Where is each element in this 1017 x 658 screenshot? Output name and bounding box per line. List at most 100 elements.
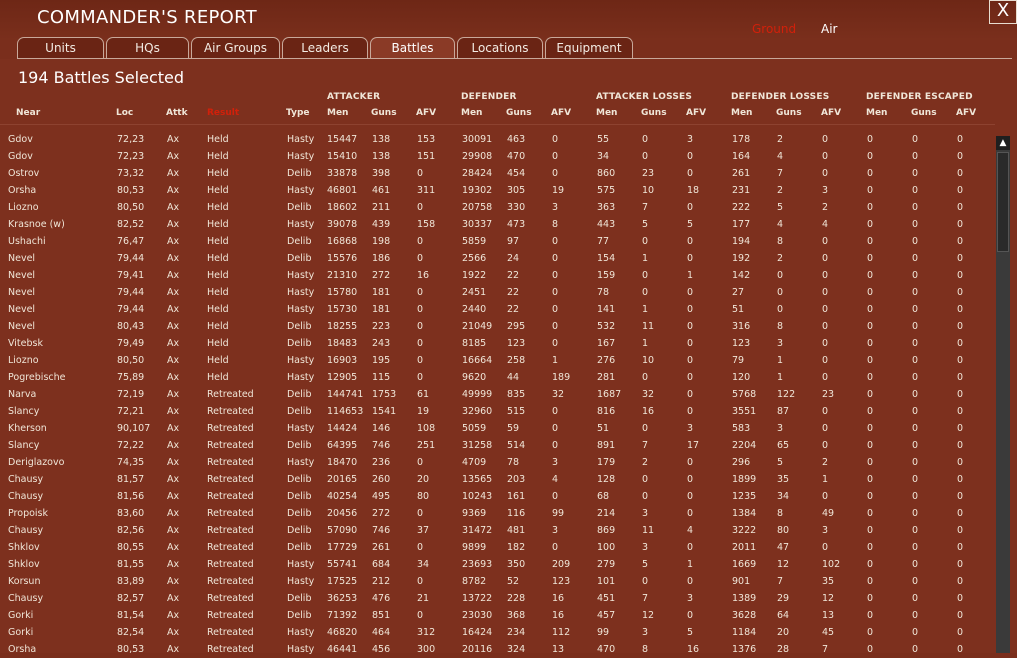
- table-row[interactable]: Nevel 80,43 Ax Held Delib 18255 223 0 21049 295 0 5…: [0, 318, 995, 335]
- column-header-defender-guns[interactable]: Guns: [506, 108, 532, 118]
- air-mode-toggle[interactable]: Air: [821, 22, 837, 36]
- column-header-escaped-afv[interactable]: AFV: [956, 108, 976, 118]
- table-row[interactable]: Orsha 80,53 Ax Held Hasty 46801 461 311 19302 305…: [0, 182, 995, 199]
- cell-def-afv: 0: [552, 338, 559, 349]
- vertical-scrollbar[interactable]: ▲: [996, 136, 1010, 653]
- column-header-loc[interactable]: Loc: [116, 108, 133, 118]
- tab-battles[interactable]: Battles: [370, 37, 455, 59]
- table-row[interactable]: Krasnoe (w) 82,52 Ax Held Hasty 39078 439 158 30…: [0, 216, 995, 233]
- cell-att-guns: 260: [372, 474, 391, 485]
- cell-type: Hasty: [287, 219, 315, 230]
- cell-defl-afv: 0: [822, 151, 829, 162]
- table-row[interactable]: Slancy 72,22 Ax Retreated Delib 64395 746 251 31…: [0, 437, 995, 454]
- cell-att-guns: 456: [372, 644, 391, 655]
- cell-esc-afv: 0: [957, 287, 964, 298]
- cell-att-afv: 108: [417, 423, 436, 434]
- table-row[interactable]: Narva 72,19 Ax Retreated Delib 144741 1753 61 49…: [0, 386, 995, 403]
- table-row[interactable]: Deriglazovo 74,35 Ax Retreated Hasty 18470 236…: [0, 454, 995, 471]
- cell-attl-guns: 8: [642, 644, 649, 655]
- tab-units[interactable]: Units: [17, 37, 104, 58]
- table-row[interactable]: Nevel 79,44 Ax Held Hasty 15780 181 0 2451 22 0 78 0…: [0, 284, 995, 301]
- table-row[interactable]: Nevel 79,41 Ax Held Hasty 21310 272 16 1922 22 0 15…: [0, 267, 995, 284]
- scroll-up-icon[interactable]: ▲: [996, 136, 1010, 150]
- cell-esc-afv: 0: [957, 508, 964, 519]
- cell-att-men: 12905: [327, 372, 358, 383]
- cell-defl-afv: 49: [822, 508, 835, 519]
- table-row[interactable]: Vitebsk 79,49 Ax Held Delib 18483 243 0 8185 123 0…: [0, 335, 995, 352]
- cell-defl-guns: 1: [777, 355, 784, 366]
- column-header-attacker-afv[interactable]: AFV: [416, 108, 436, 118]
- tab-air-groups[interactable]: Air Groups: [191, 37, 280, 58]
- cell-def-afv: 0: [552, 287, 559, 298]
- column-header-def-losses-guns[interactable]: Guns: [776, 108, 802, 118]
- column-header-attacker-guns[interactable]: Guns: [371, 108, 397, 118]
- column-header-def-losses-afv[interactable]: AFV: [821, 108, 841, 118]
- cell-att-guns: 746: [372, 440, 391, 451]
- table-row[interactable]: Slancy 72,21 Ax Retreated Delib 114653 1541 19 3…: [0, 403, 995, 420]
- cell-att-guns: 195: [372, 355, 391, 366]
- table-row[interactable]: Liozno 80,50 Ax Held Delib 18602 211 0 20758 330 3…: [0, 199, 995, 216]
- table-row[interactable]: Chausy 81,56 Ax Retreated Delib 40254 495 80 102…: [0, 488, 995, 505]
- column-header-escaped-men[interactable]: Men: [866, 108, 887, 118]
- cell-esc-afv: 0: [957, 389, 964, 400]
- cell-esc-guns: 0: [912, 304, 919, 315]
- column-header-att-losses-guns[interactable]: Guns: [641, 108, 667, 118]
- table-row[interactable]: Korsun 83,89 Ax Retreated Hasty 17525 212 0 8782…: [0, 573, 995, 590]
- ground-mode-toggle[interactable]: Ground: [752, 22, 796, 36]
- table-row[interactable]: Kherson 90,107 Ax Retreated Hasty 14424 146 108…: [0, 420, 995, 437]
- tab-leaders[interactable]: Leaders: [282, 37, 368, 58]
- table-row[interactable]: Shklov 80,55 Ax Retreated Delib 17729 261 0 9899…: [0, 539, 995, 556]
- table-row[interactable]: Ostrov 73,32 Ax Held Delib 33878 398 0 28424 454 0…: [0, 165, 995, 182]
- column-header-result[interactable]: Result: [207, 108, 239, 118]
- column-header-att-losses-afv[interactable]: AFV: [686, 108, 706, 118]
- column-header-type[interactable]: Type: [286, 108, 309, 118]
- table-row[interactable]: Chausy 81,57 Ax Retreated Delib 20165 260 20 135…: [0, 471, 995, 488]
- battles-table: Gdov 72,23 Ax Held Hasty 15447 138 153 30091 463 0…: [0, 131, 995, 658]
- table-row[interactable]: Chausy 82,56 Ax Retreated Delib 57090 746 37 314…: [0, 522, 995, 539]
- table-row[interactable]: Gdov 72,23 Ax Held Hasty 15447 138 153 30091 463 0…: [0, 131, 995, 148]
- column-header-escaped-guns[interactable]: Guns: [911, 108, 937, 118]
- cell-esc-afv: 0: [957, 627, 964, 638]
- tab-locations[interactable]: Locations: [457, 37, 543, 58]
- table-row[interactable]: Propoisk 83,60 Ax Retreated Delib 20456 272 0 93…: [0, 505, 995, 522]
- cell-loc: 80,50: [117, 202, 145, 213]
- cell-att-men: 15410: [327, 151, 358, 162]
- column-header-defender-afv[interactable]: AFV: [551, 108, 571, 118]
- column-header-def-losses-men[interactable]: Men: [731, 108, 752, 118]
- table-row[interactable]: Ushachi 76,47 Ax Held Delib 16868 198 0 5859 97 0 7…: [0, 233, 995, 250]
- column-header-defender-men[interactable]: Men: [461, 108, 482, 118]
- table-row[interactable]: Gdov 72,23 Ax Held Hasty 15410 138 151 29908 470 0…: [0, 148, 995, 165]
- table-row[interactable]: Nevel 79,44 Ax Held Delib 15576 186 0 2566 24 0 154…: [0, 250, 995, 267]
- cell-defl-guns: 34: [777, 491, 790, 502]
- cell-near: Orsha: [8, 644, 37, 655]
- cell-def-afv: 0: [552, 134, 559, 145]
- column-header-attacker-men[interactable]: Men: [327, 108, 348, 118]
- cell-type: Delib: [287, 406, 312, 417]
- table-row[interactable]: Liozno 80,50 Ax Held Hasty 16903 195 0 16664 258 1…: [0, 352, 995, 369]
- scroll-thumb[interactable]: [997, 152, 1009, 252]
- column-header-near[interactable]: Near: [16, 108, 40, 118]
- cell-near: Gdov: [8, 151, 33, 162]
- tab-hqs[interactable]: HQs: [106, 37, 189, 58]
- table-row[interactable]: Chausy 82,57 Ax Retreated Delib 36253 476 21 137…: [0, 590, 995, 607]
- table-row[interactable]: Orsha 80,53 Ax Retreated Hasty 46441 456 300 201…: [0, 641, 995, 658]
- cell-attl-afv: 1: [687, 270, 694, 281]
- table-row[interactable]: Nevel 79,44 Ax Held Hasty 15730 181 0 2440 22 0 141…: [0, 301, 995, 318]
- close-button[interactable]: X: [989, 0, 1017, 24]
- table-row[interactable]: Gorki 82,54 Ax Retreated Hasty 46820 464 312 164…: [0, 624, 995, 641]
- column-header-att-losses-men[interactable]: Men: [596, 108, 617, 118]
- cell-att-men: 20456: [327, 508, 358, 519]
- cell-def-guns: 52: [507, 576, 520, 587]
- table-row[interactable]: Gorki 81,54 Ax Retreated Delib 71392 851 0 23030…: [0, 607, 995, 624]
- cell-defl-men: 2011: [732, 542, 757, 553]
- cell-def-guns: 22: [507, 270, 520, 281]
- tab-equipment[interactable]: Equipment: [545, 37, 633, 58]
- cell-esc-men: 0: [867, 304, 874, 315]
- column-header-attk[interactable]: Attk: [166, 108, 188, 118]
- table-row[interactable]: Shklov 81,55 Ax Retreated Hasty 55741 684 34 236…: [0, 556, 995, 573]
- header-separator: [0, 124, 995, 125]
- cell-defl-men: 142: [732, 270, 751, 281]
- cell-defl-men: 261: [732, 168, 751, 179]
- cell-defl-men: 231: [732, 185, 751, 196]
- table-row[interactable]: Pogrebische 75,89 Ax Held Hasty 12905 115 0 9620…: [0, 369, 995, 386]
